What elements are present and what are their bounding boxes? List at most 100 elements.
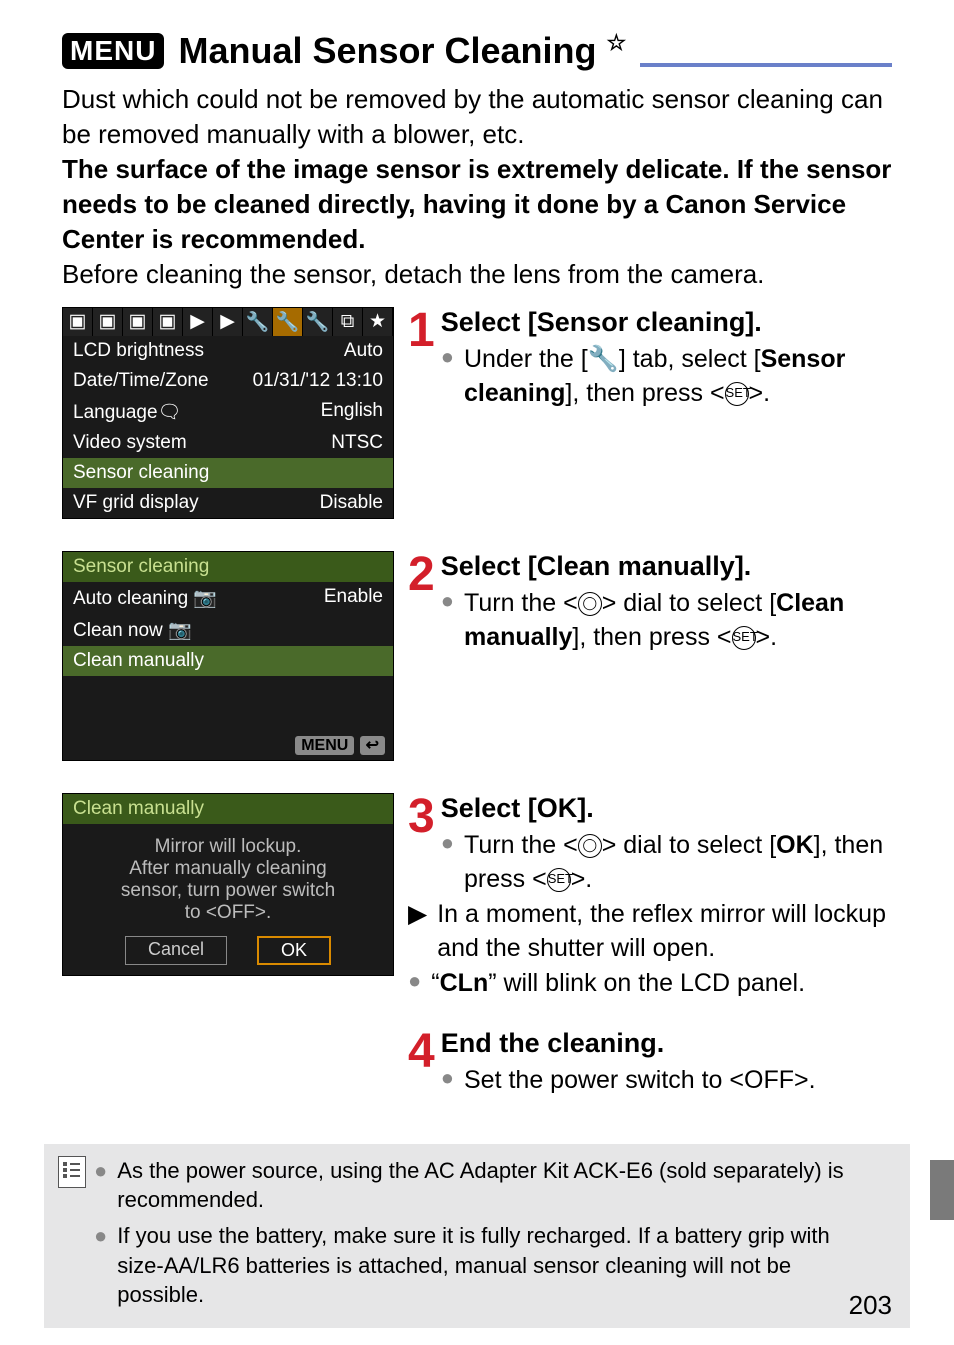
dialog-line: After manually cleaning	[63, 858, 393, 880]
menu-value: English	[321, 400, 383, 424]
panel-title: Clean manually	[63, 794, 393, 824]
set-button-icon: SET	[725, 382, 749, 406]
intro-p2: The surface of the image sensor is extre…	[62, 152, 892, 257]
menu-back-label: MENU	[295, 736, 354, 755]
page-number: 203	[849, 1290, 892, 1321]
tab-setup3-icon: 🔧	[303, 308, 333, 336]
step-text: Under the [🔧] tab, select [Sensor cleani…	[464, 342, 892, 411]
cancel-button[interactable]: Cancel	[125, 936, 227, 965]
back-arrow-icon: ↩	[360, 736, 385, 755]
chapter-tab	[930, 1160, 954, 1220]
dialog-buttons: Cancel OK	[63, 936, 393, 965]
note-item: ●If you use the battery, make sure it is…	[94, 1221, 882, 1310]
screenshot-sensor-cleaning: Sensor cleaning Auto cleaning 📷Enable Cl…	[62, 551, 394, 761]
dial-icon: ◯	[578, 834, 602, 858]
menu-back: MENU ↩	[63, 730, 393, 760]
set-button-icon: SET	[732, 626, 756, 650]
wrench-icon: 🔧	[588, 345, 619, 373]
tab-cfn-icon: ⧉	[333, 308, 363, 336]
note-box: ●As the power source, using the AC Adapt…	[44, 1144, 910, 1328]
bullet-icon: ●	[94, 1156, 107, 1215]
menu-value: Auto	[344, 340, 383, 362]
step-body: ● Turn the <◯> dial to select [OK], then…	[408, 828, 892, 1001]
tab-shoot1-icon: ▣	[63, 308, 93, 336]
bullet-icon: ●	[441, 828, 454, 897]
step-title: End the cleaning.	[408, 1028, 892, 1059]
step-number: 4	[408, 1028, 435, 1076]
bullet-icon: ●	[441, 1063, 454, 1098]
step-4: 4 End the cleaning. ● Set the power swit…	[408, 1028, 892, 1098]
dialog-line: sensor, turn power switch	[63, 880, 393, 902]
step-1-area: ▣ ▣ ▣ ▣ ▶ ▶ 🔧 🔧 🔧 ⧉ ★ LCD brightness Auto…	[62, 307, 892, 537]
page-title-text: Manual Sensor Cleaning	[178, 30, 596, 71]
menu-row-selected: Clean manually	[63, 646, 393, 676]
step-title: Select [OK].	[408, 793, 892, 824]
intro-p3: Before cleaning the sensor, detach the l…	[62, 257, 892, 292]
menu-label: Sensor cleaning	[73, 462, 209, 484]
menu-label: LCD brightness	[73, 340, 204, 362]
heading-row: MENU Manual Sensor Cleaning ☆	[62, 30, 892, 72]
menu-value: NTSC	[331, 432, 383, 454]
menu-value: 01/31/'12 13:10	[253, 370, 383, 392]
dialog-line: Mirror will lockup.	[63, 836, 393, 858]
page: MENU Manual Sensor Cleaning ☆ Dust which…	[0, 0, 954, 1345]
tab-strip: ▣ ▣ ▣ ▣ ▶ ▶ 🔧 🔧 🔧 ⧉ ★	[63, 308, 393, 336]
step-1: 1 Select [Sensor cleaning]. ● Under the …	[408, 307, 892, 411]
intro: Dust which could not be removed by the a…	[62, 82, 892, 293]
star-icon: ☆	[607, 30, 627, 55]
menu-value: Disable	[320, 492, 383, 514]
screenshot-setup-menu: ▣ ▣ ▣ ▣ ▶ ▶ 🔧 🔧 🔧 ⧉ ★ LCD brightness Auto…	[62, 307, 394, 519]
step-bullet: ● Turn the <◯> dial to select [Clean man…	[441, 586, 892, 655]
menu-row: Date/Time/Zone 01/31/'12 13:10	[63, 366, 393, 396]
tab-mymenu-icon: ★	[363, 308, 393, 336]
intro-p1: Dust which could not be removed by the a…	[62, 82, 892, 152]
screenshot-clean-manually: Clean manually Mirror will lockup. After…	[62, 793, 394, 976]
tab-setup2-icon: 🔧	[273, 308, 303, 336]
triangle-icon: ▶	[408, 897, 427, 966]
tab-shoot2-icon: ▣	[93, 308, 123, 336]
menu-label: Clean manually	[73, 650, 204, 672]
panel-title: Sensor cleaning	[63, 552, 393, 582]
step-bullet: ● Set the power switch to <OFF>.	[441, 1063, 892, 1098]
globe-icon: 🗨	[158, 402, 182, 423]
menu-label: Video system	[73, 432, 187, 454]
bullet-icon: ●	[408, 966, 421, 1001]
step-number: 3	[408, 793, 435, 841]
tab-play1-icon: ▶	[183, 308, 213, 336]
step-bullet: ● Under the [🔧] tab, select [Sensor clea…	[441, 342, 892, 411]
step-2: 2 Select [Clean manually]. ● Turn the <◯…	[408, 551, 892, 655]
bullet-icon: ●	[441, 586, 454, 655]
step-number: 1	[408, 307, 435, 355]
ok-button[interactable]: OK	[257, 936, 331, 965]
tab-shoot3-icon: ▣	[123, 308, 153, 336]
page-title: Manual Sensor Cleaning ☆	[178, 30, 626, 72]
step-bullet: ● “CLn” will blink on the LCD panel.	[408, 966, 892, 1001]
dialog-body: Mirror will lockup. After manually clean…	[63, 824, 393, 975]
step-bullet: ▶ In a moment, the reflex mirror will lo…	[408, 897, 892, 966]
step-bullet: ● Turn the <◯> dial to select [OK], then…	[441, 828, 892, 897]
step-3: 3 Select [OK]. ● Turn the <◯> dial to se…	[408, 793, 892, 1001]
menu-label: Auto cleaning	[73, 588, 188, 609]
menu-badge: MENU	[62, 33, 164, 69]
spacer	[63, 676, 393, 730]
step-number: 2	[408, 551, 435, 599]
menu-label: Date/Time/Zone	[73, 370, 209, 392]
menu-row: Clean now 📷	[63, 614, 393, 646]
step-2-area: Sensor cleaning Auto cleaning 📷Enable Cl…	[62, 551, 892, 779]
menu-row: Language🗨 English	[63, 396, 393, 428]
menu-row: VF grid display Disable	[63, 488, 393, 518]
menu-label: Language	[73, 402, 158, 423]
sensor-icon: 📷	[163, 620, 192, 641]
menu-row: Auto cleaning 📷Enable	[63, 582, 393, 614]
bullet-icon: ●	[441, 342, 454, 411]
step-title: Select [Clean manually].	[408, 551, 892, 582]
menu-row-selected: Sensor cleaning	[63, 458, 393, 488]
step-text: “CLn” will blink on the LCD panel.	[431, 966, 805, 1001]
step-text: Turn the <◯> dial to select [Clean manua…	[464, 586, 892, 655]
menu-label: VF grid display	[73, 492, 199, 514]
step-text: Set the power switch to <OFF>.	[464, 1063, 816, 1098]
menu-label: Clean now	[73, 620, 163, 641]
step-text: Turn the <◯> dial to select [OK], then p…	[464, 828, 892, 897]
step-3-area: Clean manually Mirror will lockup. After…	[62, 793, 892, 1126]
note-item: ●As the power source, using the AC Adapt…	[94, 1156, 882, 1215]
